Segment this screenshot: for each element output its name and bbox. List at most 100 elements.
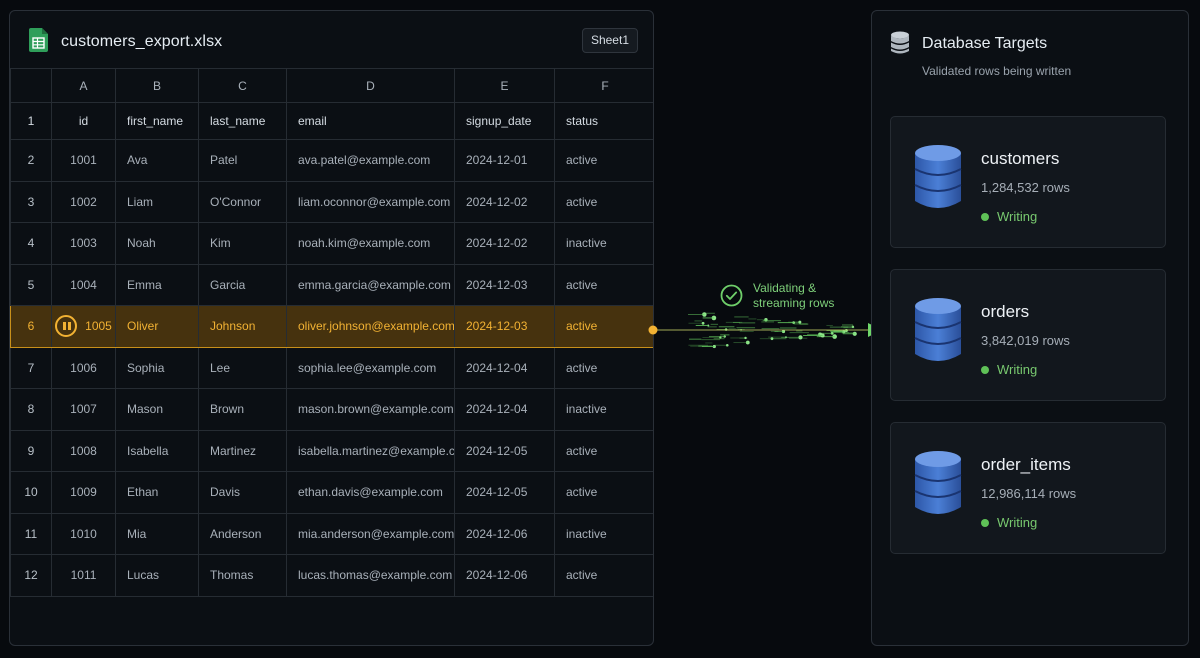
db-target-card-orders[interactable]: orders 3,842,019 rows Writing xyxy=(890,269,1166,401)
cell-id[interactable]: 1003 xyxy=(51,222,116,265)
table-row[interactable]: 8 1007 Mason Brown mason.brown@example.com 20… xyxy=(10,388,653,431)
row-number[interactable]: 4 xyxy=(10,222,52,265)
cell-last-name[interactable]: Martinez xyxy=(198,429,287,472)
cell-id[interactable]: 1008 xyxy=(51,429,116,472)
column-letter[interactable]: B xyxy=(115,68,199,103)
cell-email[interactable]: oliver.johnson@example.com xyxy=(286,305,455,348)
cell-first-name[interactable]: Liam xyxy=(115,180,199,223)
cell-last-name[interactable]: Patel xyxy=(198,139,287,182)
header-cell[interactable]: last_name xyxy=(198,102,287,140)
cell-signup-date[interactable]: 2024-12-05 xyxy=(454,429,555,472)
cell-first-name[interactable]: Mia xyxy=(115,512,199,555)
table-row[interactable]: 9 1008 Isabella Martinez isabella.martinez@e… xyxy=(10,429,653,472)
cell-signup-date[interactable]: 2024-12-02 xyxy=(454,180,555,223)
cell-status[interactable]: active xyxy=(554,180,653,223)
cell-email[interactable]: ethan.davis@example.com xyxy=(286,471,455,514)
db-target-card-order-items[interactable]: order_items 12,986,114 rows Writing xyxy=(890,422,1166,554)
cell-email[interactable]: isabella.martinez@example.com xyxy=(286,429,455,472)
cell-email[interactable]: sophia.lee@example.com xyxy=(286,346,455,389)
table-row[interactable]: 5 1004 Emma Garcia emma.garcia@example.com 20… xyxy=(10,263,653,306)
column-letter[interactable]: A xyxy=(51,68,116,103)
table-row[interactable]: 4 1003 Noah Kim noah.kim@example.com 2024-12-… xyxy=(10,222,653,265)
row-number[interactable]: 3 xyxy=(10,180,52,223)
header-cell[interactable]: first_name xyxy=(115,102,199,140)
column-letter[interactable]: E xyxy=(454,68,555,103)
cell-first-name[interactable]: Emma xyxy=(115,263,199,306)
cell-first-name[interactable]: Ava xyxy=(115,139,199,182)
table-row[interactable]: 2 1001 Ava Patel ava.patel@example.com 2024-1… xyxy=(10,139,653,182)
cell-id[interactable]: 1001 xyxy=(51,139,116,182)
row-number[interactable]: 1 xyxy=(10,102,52,140)
cell-id[interactable]: 1004 xyxy=(51,263,116,306)
cell-status[interactable]: inactive xyxy=(554,222,653,265)
pause-icon[interactable] xyxy=(55,315,78,338)
row-number[interactable]: 6 xyxy=(10,305,52,348)
cell-last-name[interactable]: Garcia xyxy=(198,263,287,306)
column-letter[interactable]: F xyxy=(554,68,653,103)
table-row[interactable]: 11 1010 Mia Anderson mia.anderson@example.co… xyxy=(10,512,653,555)
cell-first-name[interactable]: Isabella xyxy=(115,429,199,472)
cell-signup-date[interactable]: 2024-12-04 xyxy=(454,346,555,389)
cell-last-name[interactable]: Kim xyxy=(198,222,287,265)
row-number[interactable]: 8 xyxy=(10,388,52,431)
tab-sheet1[interactable]: Sheet1 xyxy=(581,28,638,53)
select-all-corner[interactable] xyxy=(10,68,52,103)
cell-status[interactable]: active xyxy=(554,471,653,514)
cell-signup-date[interactable]: 2024-12-03 xyxy=(454,263,555,306)
cell-first-name[interactable]: Noah xyxy=(115,222,199,265)
table-row-active[interactable]: 6 1005 Oliver Johnson oliver.johnson@example… xyxy=(10,305,653,348)
table-row[interactable]: 3 1002 Liam O'Connor liam.oconnor@example.co… xyxy=(10,180,653,223)
cell-id[interactable]: 1011 xyxy=(51,554,116,597)
cell-email[interactable]: mason.brown@example.com xyxy=(286,388,455,431)
cell-email[interactable]: emma.garcia@example.com xyxy=(286,263,455,306)
table-row[interactable]: 10 1009 Ethan Davis ethan.davis@example.com 2… xyxy=(10,471,653,514)
cell-email[interactable]: liam.oconnor@example.com xyxy=(286,180,455,223)
header-cell[interactable]: status xyxy=(554,102,653,140)
cell-signup-date[interactable]: 2024-12-03 xyxy=(454,305,555,348)
cell-last-name[interactable]: Anderson xyxy=(198,512,287,555)
cell-signup-date[interactable]: 2024-12-04 xyxy=(454,388,555,431)
header-cell[interactable]: email xyxy=(286,102,455,140)
row-number[interactable]: 2 xyxy=(10,139,52,182)
cell-first-name[interactable]: Lucas xyxy=(115,554,199,597)
cell-last-name[interactable]: Brown xyxy=(198,388,287,431)
cell-id[interactable]: 1007 xyxy=(51,388,116,431)
db-target-card-customers[interactable]: customers 1,284,532 rows Writing xyxy=(890,116,1166,248)
row-number[interactable]: 11 xyxy=(10,512,52,555)
cell-status[interactable]: active xyxy=(554,554,653,597)
cell-last-name[interactable]: Davis xyxy=(198,471,287,514)
cell-status[interactable]: inactive xyxy=(554,388,653,431)
cell-signup-date[interactable]: 2024-12-02 xyxy=(454,222,555,265)
cell-status[interactable]: inactive xyxy=(554,512,653,555)
row-number[interactable]: 12 xyxy=(10,554,52,597)
cell-first-name[interactable]: Ethan xyxy=(115,471,199,514)
cell-email[interactable]: lucas.thomas@example.com xyxy=(286,554,455,597)
cell-email[interactable]: mia.anderson@example.com xyxy=(286,512,455,555)
cell-signup-date[interactable]: 2024-12-05 xyxy=(454,471,555,514)
row-number[interactable]: 5 xyxy=(10,263,52,306)
cell-signup-date[interactable]: 2024-12-06 xyxy=(454,512,555,555)
cell-id[interactable]: 1005 xyxy=(51,305,116,348)
table-row[interactable]: 12 1011 Lucas Thomas lucas.thomas@example.co… xyxy=(10,554,653,597)
cell-last-name[interactable]: Lee xyxy=(198,346,287,389)
row-number[interactable]: 10 xyxy=(10,471,52,514)
table-row[interactable]: 7 1006 Sophia Lee sophia.lee@example.com 2024… xyxy=(10,346,653,389)
header-cell[interactable]: id xyxy=(51,102,116,140)
cell-last-name[interactable]: O'Connor xyxy=(198,180,287,223)
column-letter[interactable]: C xyxy=(198,68,287,103)
cell-first-name[interactable]: Sophia xyxy=(115,346,199,389)
cell-first-name[interactable]: Oliver xyxy=(115,305,199,348)
cell-id[interactable]: 1002 xyxy=(51,180,116,223)
cell-email[interactable]: ava.patel@example.com xyxy=(286,139,455,182)
cell-status[interactable]: active xyxy=(554,429,653,472)
cell-email[interactable]: noah.kim@example.com xyxy=(286,222,455,265)
cell-id[interactable]: 1006 xyxy=(51,346,116,389)
cell-signup-date[interactable]: 2024-12-06 xyxy=(454,554,555,597)
cell-last-name[interactable]: Johnson xyxy=(198,305,287,348)
header-cell[interactable]: signup_date xyxy=(454,102,555,140)
cell-last-name[interactable]: Thomas xyxy=(198,554,287,597)
cell-id[interactable]: 1009 xyxy=(51,471,116,514)
column-letter[interactable]: D xyxy=(286,68,455,103)
row-number[interactable]: 9 xyxy=(10,429,52,472)
cell-status[interactable]: active xyxy=(554,139,653,182)
